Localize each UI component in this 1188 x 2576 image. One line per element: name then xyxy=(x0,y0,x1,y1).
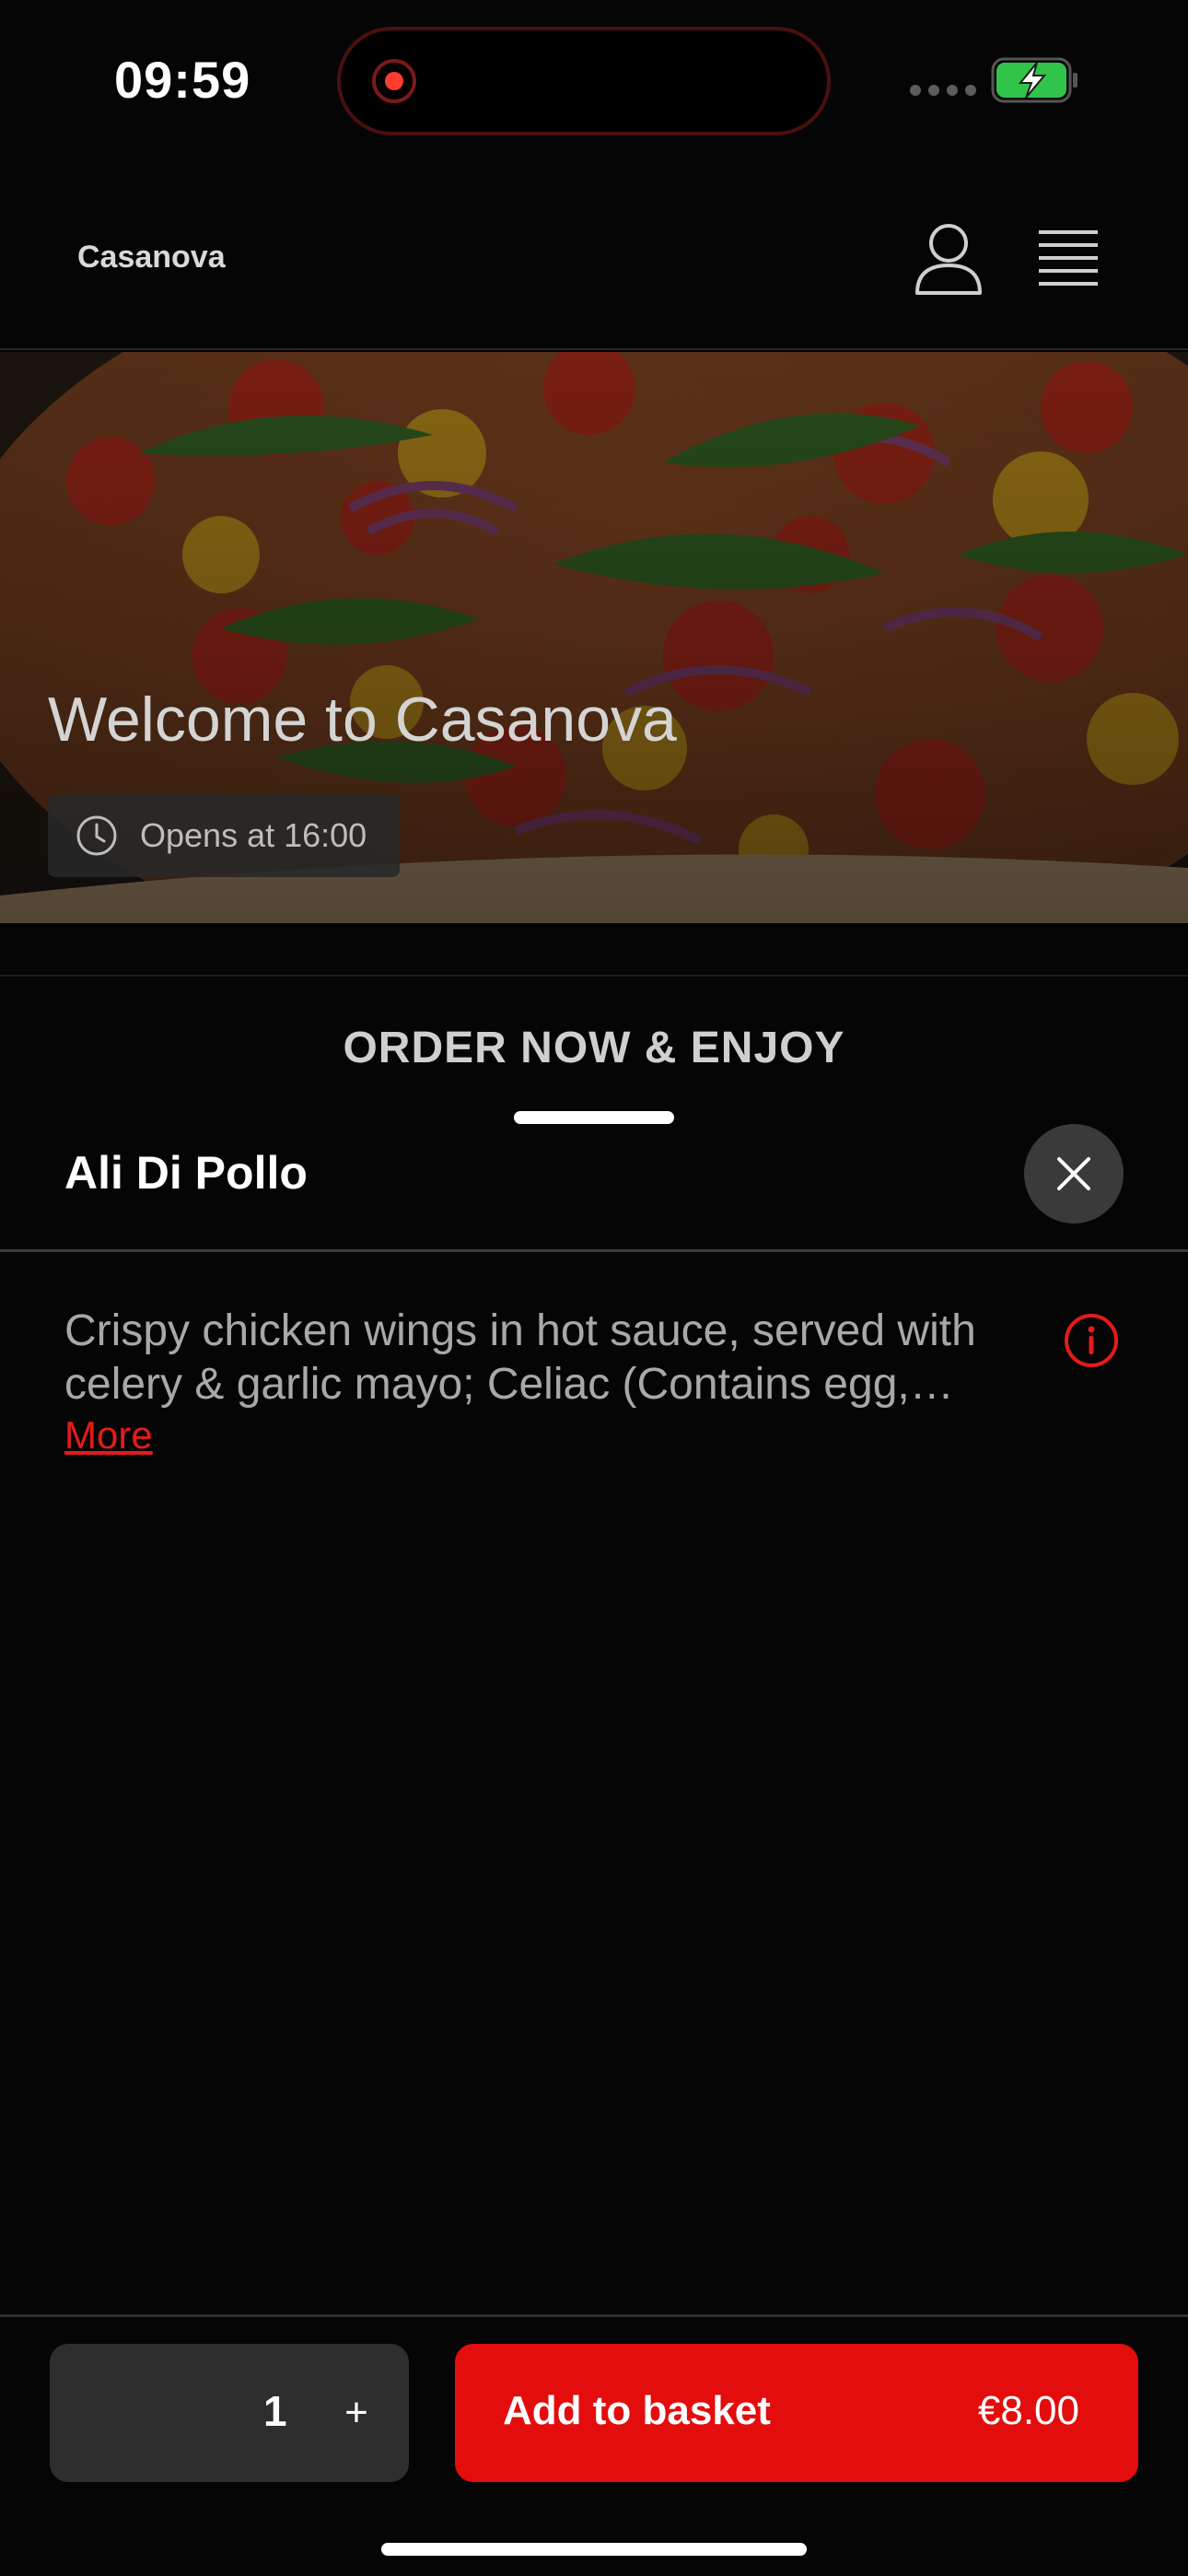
tab-order-now[interactable]: ORDER NOW & ENJOY xyxy=(0,1023,1188,1073)
person-outline-icon[interactable] xyxy=(912,221,985,299)
brand-name[interactable]: Casanova xyxy=(77,240,226,275)
opening-hours-badge: Opens at 16:00 xyxy=(48,794,400,877)
close-icon xyxy=(1057,1157,1090,1190)
welcome-title: Welcome to Casanova xyxy=(48,685,677,755)
close-button[interactable] xyxy=(1024,1124,1124,1224)
quantity-value: 1 xyxy=(263,2387,287,2435)
add-to-basket-label: Add to basket xyxy=(503,2388,771,2433)
clock-icon xyxy=(76,815,117,856)
product-description: Crispy chicken wings in hot sauce, serve… xyxy=(64,1306,976,1409)
status-bar: 09:59 xyxy=(0,0,1188,166)
opening-hours-text: Opens at 16:00 xyxy=(140,816,367,854)
footer-divider xyxy=(0,2314,1188,2317)
app-header: Casanova xyxy=(0,166,1188,350)
hamburger-menu-icon[interactable] xyxy=(1039,225,1109,291)
app-screen: 09:59 Casanova Welcome to Casanova Opens… xyxy=(0,0,1188,2576)
status-time: 09:59 xyxy=(114,51,251,109)
add-to-basket-button[interactable]: Add to basket €8.00 xyxy=(455,2344,1138,2482)
hero-banner: Welcome to Casanova Opens at 16:00 xyxy=(0,352,1188,923)
active-tab-indicator xyxy=(514,1111,674,1124)
quantity-stepper[interactable]: 1 + xyxy=(50,2344,409,2482)
section-divider xyxy=(0,975,1188,977)
product-price: €8.00 xyxy=(977,2388,1079,2433)
increase-quantity-button[interactable]: + xyxy=(324,2381,389,2445)
signal-icon xyxy=(910,85,976,96)
more-link[interactable]: More xyxy=(64,1413,153,1458)
home-indicator[interactable] xyxy=(381,2543,807,2556)
sheet-divider xyxy=(0,1249,1188,1252)
product-name: Ali Di Pollo xyxy=(64,1147,308,1199)
battery-charging-icon xyxy=(991,57,1077,103)
recording-icon xyxy=(372,59,416,103)
dynamic-island xyxy=(337,27,831,135)
info-icon[interactable] xyxy=(1063,1312,1120,1369)
